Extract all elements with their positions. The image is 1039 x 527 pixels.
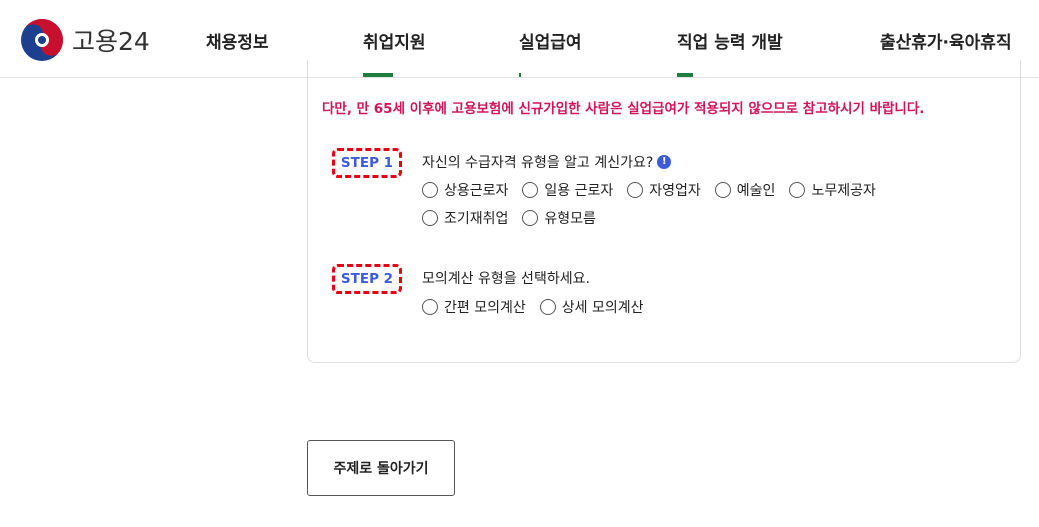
step2-badge: STEP 2: [332, 264, 402, 294]
step1-options-row1: 상용근로자 일용 근로자 자영업자 예술인 노무제공자: [422, 180, 890, 200]
radio-circle[interactable]: [714, 182, 731, 198]
radio-label: 노무제공자: [811, 183, 876, 199]
step1-question: 자신의 수급자격 유형을 알고 계신가요? !: [422, 152, 672, 172]
radio-label: 예술인: [736, 183, 776, 199]
radio-circle[interactable]: [627, 182, 644, 198]
radio-regular-worker[interactable]: 상용근로자: [422, 180, 508, 200]
radio-early-reemployment[interactable]: 조기재취업: [422, 208, 508, 228]
taegeuk-logo-icon: [21, 19, 63, 61]
nav-item-parental-leave[interactable]: 출산휴가·육아휴직: [880, 28, 1012, 53]
radio-circle[interactable]: [422, 299, 438, 315]
radio-self-employed[interactable]: 자영업자: [627, 180, 701, 200]
radio-circle[interactable]: [522, 210, 539, 226]
nav-item-unemployment-benefit[interactable]: 실업급여: [519, 28, 582, 53]
radio-label: 간편 모의계산: [444, 300, 526, 316]
radio-circle[interactable]: [422, 210, 438, 226]
nav-item-jobs[interactable]: 채용정보: [206, 28, 269, 53]
radio-circle[interactable]: [539, 299, 556, 315]
radio-label: 자영업자: [649, 183, 701, 199]
radio-circle[interactable]: [422, 182, 438, 198]
back-to-topic-button[interactable]: 주제로 돌아가기: [307, 440, 455, 496]
nav-item-employment-support[interactable]: 취업지원: [363, 28, 426, 53]
step1-badge: STEP 1: [332, 148, 402, 178]
radio-artist[interactable]: 예술인: [714, 180, 776, 200]
radio-labor-provider[interactable]: 노무제공자: [789, 180, 876, 200]
radio-label: 상용근로자: [444, 183, 509, 199]
logo-text: 고용24: [72, 27, 150, 56]
radio-circle[interactable]: [789, 182, 806, 198]
radio-circle[interactable]: [522, 182, 539, 198]
info-icon[interactable]: !: [657, 155, 672, 169]
nav-item-skill-development[interactable]: 직업 능력 개발: [677, 28, 783, 53]
radio-label: 상세 모의계산: [561, 300, 644, 316]
radio-type-unknown[interactable]: 유형모름: [522, 208, 596, 228]
notice-text: 다만, 만 65세 이후에 고용보험에 신규가입한 사람은 실업급여가 적용되지…: [322, 101, 925, 117]
step2-options: 간편 모의계산 상세 모의계산: [422, 297, 657, 317]
radio-daily-worker[interactable]: 일용 근로자: [522, 180, 613, 200]
step2-question: 모의계산 유형을 선택하세요.: [422, 268, 590, 288]
radio-detailed-calc[interactable]: 상세 모의계산: [539, 297, 644, 317]
radio-label: 조기재취업: [444, 211, 509, 227]
site-logo[interactable]: 고용24: [20, 18, 150, 62]
step2-question-text: 모의계산 유형을 선택하세요.: [422, 271, 590, 287]
radio-simple-calc[interactable]: 간편 모의계산: [422, 297, 526, 317]
radio-label: 유형모름: [544, 211, 596, 227]
step1-question-text: 자신의 수급자격 유형을 알고 계신가요?: [422, 155, 654, 171]
step1-options-row2: 조기재취업 유형모름: [422, 208, 610, 228]
radio-label: 일용 근로자: [544, 183, 614, 199]
